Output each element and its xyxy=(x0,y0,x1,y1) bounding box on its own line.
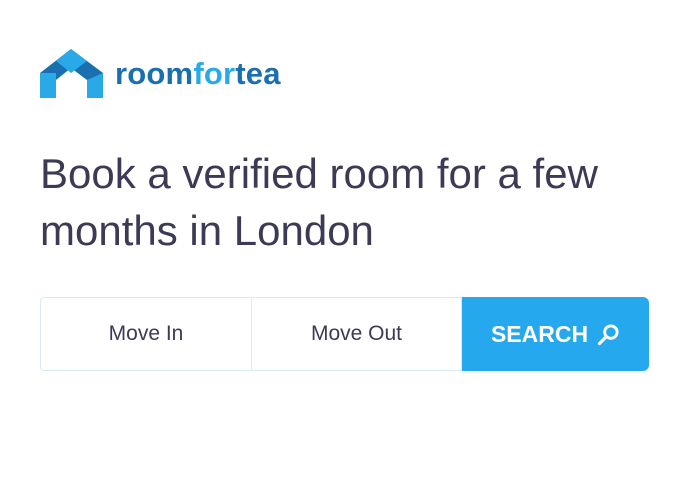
brand-name-part1: room xyxy=(115,56,194,91)
move-in-label: Move In xyxy=(108,322,184,345)
brand-logo[interactable]: room for tea xyxy=(40,49,281,98)
brand-name-part3: tea xyxy=(235,56,281,91)
move-out-field[interactable]: Move Out xyxy=(252,297,462,371)
search-bar: Move In Move Out SEARCH xyxy=(40,297,649,371)
brand-name-part2: for xyxy=(193,56,236,91)
hero-headline: Book a verified room for a few months in… xyxy=(40,150,598,254)
search-button[interactable]: SEARCH xyxy=(462,297,649,371)
move-out-label: Move Out xyxy=(310,322,403,345)
move-in-field[interactable]: Move In xyxy=(40,297,252,371)
search-button-label: SEARCH xyxy=(490,320,589,347)
house-chevron-logo-icon xyxy=(40,49,103,98)
brand-wordmark: room for tea xyxy=(115,58,281,89)
search-icon xyxy=(597,323,620,346)
